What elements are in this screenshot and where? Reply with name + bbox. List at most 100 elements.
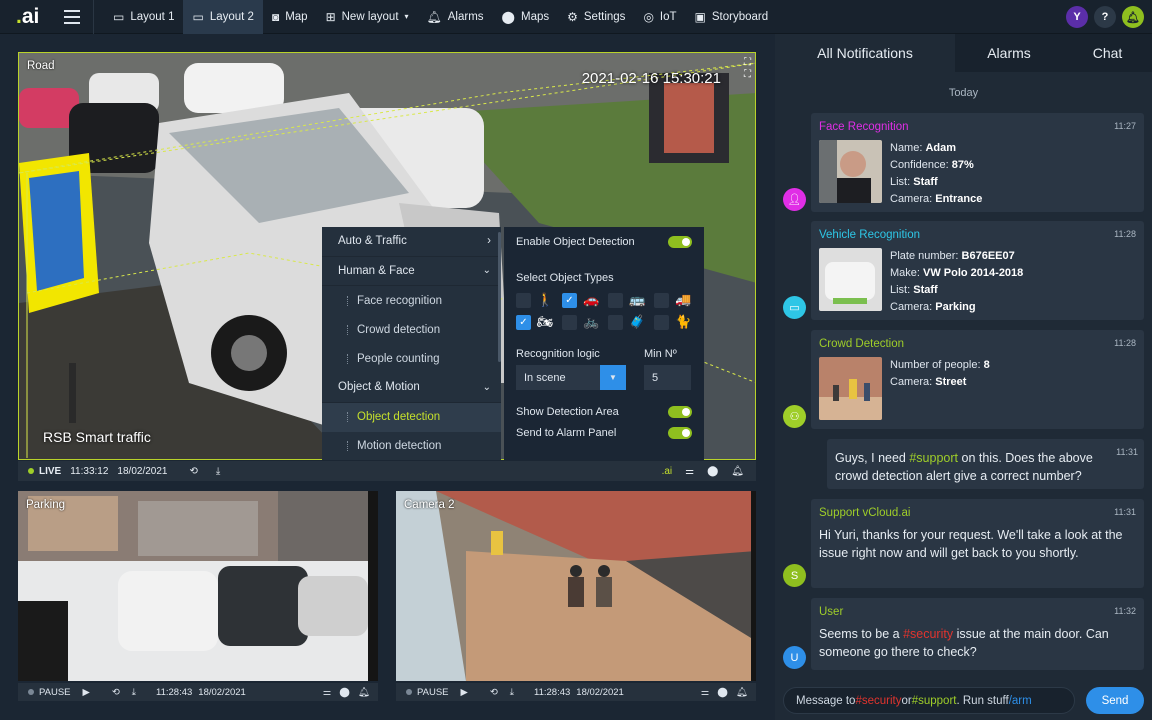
app-logo[interactable]: .ai: [0, 5, 50, 29]
detail-key: Camera:: [890, 376, 936, 388]
tab-alarms[interactable]: Alarms: [955, 34, 1063, 72]
camera-2-view[interactable]: Camera 2: [396, 491, 756, 681]
menu-object-motion[interactable]: Object & Motion ⌄: [322, 373, 501, 403]
object-type-motorcycle[interactable]: ✓ 🏍: [516, 314, 562, 330]
face-thumbnail[interactable]: [819, 140, 882, 203]
camera-name-label: Road: [27, 60, 55, 72]
object-type-truck[interactable]: 🚚: [654, 292, 700, 308]
send-button[interactable]: Send: [1086, 687, 1144, 714]
object-type-luggage[interactable]: 🧳: [608, 314, 654, 330]
notification-title: Vehicle Recognition: [819, 229, 921, 241]
bell-icon[interactable]: 🔔︎: [731, 466, 744, 477]
menu-people-counting[interactable]: People counting: [322, 344, 501, 373]
pin-icon[interactable]: ⬤: [707, 466, 718, 477]
ai-analytics-icon[interactable]: .ai: [662, 466, 673, 477]
history-icon[interactable]: ⟲: [189, 466, 197, 477]
pin-icon[interactable]: ⬤: [339, 687, 350, 698]
help-icon[interactable]: ?: [1094, 6, 1116, 28]
enable-detection-toggle[interactable]: [668, 236, 692, 248]
send-alarm-toggle[interactable]: [668, 427, 692, 439]
nav-layout-2[interactable]: ▭ Layout 2: [183, 0, 263, 34]
crowd-thumbnail[interactable]: [819, 357, 882, 420]
nav-storyboard[interactable]: ▣ Storyboard: [686, 0, 778, 34]
nav-layout-1[interactable]: ▭ Layout 1: [104, 0, 183, 34]
menu-human-face[interactable]: Human & Face ⌄: [322, 257, 501, 286]
checkbox[interactable]: [608, 314, 623, 330]
detail-key: Make:: [890, 267, 924, 279]
pause-status: PAUSE: [417, 686, 449, 698]
face-recognition-notification[interactable]: Face Recognition 11:27 Name: Adam Confiden…: [811, 113, 1144, 212]
nav-new-layout[interactable]: ⊞ New layout ▾: [317, 0, 418, 34]
detail-key: Camera:: [890, 193, 936, 205]
download-icon[interactable]: ⤓: [216, 466, 220, 477]
checkbox[interactable]: [516, 292, 531, 308]
security-tag[interactable]: #security: [903, 627, 953, 641]
vehicle-recognition-notification[interactable]: Vehicle Recognition 11:28 Plate number: B…: [811, 221, 1144, 320]
sliders-icon[interactable]: ⚌: [685, 466, 694, 477]
download-icon[interactable]: ⤓: [510, 687, 514, 698]
user-controls: Y ? 🔔︎: [1066, 6, 1144, 28]
download-icon[interactable]: ⤓: [132, 687, 136, 698]
menu-motion-detection[interactable]: Motion detection: [322, 432, 501, 461]
fullscreen-icon[interactable]: ⛶ ⛶: [744, 57, 751, 81]
parking-camera-view[interactable]: Parking: [18, 491, 378, 681]
message-author: Support vCloud.ai: [819, 507, 911, 519]
bicycle-icon: 🚲: [583, 314, 600, 329]
bell-icon[interactable]: 🔔︎: [358, 687, 370, 698]
min-number-input[interactable]: 5: [644, 365, 691, 390]
chevron-down-icon: ⌄: [482, 381, 491, 393]
support-tag[interactable]: #support: [909, 451, 958, 465]
live-indicator: [28, 468, 34, 474]
checkbox[interactable]: ✓: [562, 292, 577, 308]
play-icon[interactable]: ▶: [461, 687, 468, 698]
menu-scrollbar[interactable]: [498, 232, 501, 362]
checkbox[interactable]: [654, 292, 669, 308]
checkbox[interactable]: [608, 292, 623, 308]
user-avatar[interactable]: Y: [1066, 6, 1088, 28]
history-icon[interactable]: ⟲: [490, 687, 498, 698]
pin-icon[interactable]: ⬤: [717, 687, 728, 698]
history-icon[interactable]: ⟲: [112, 687, 120, 698]
tab-all-notifications[interactable]: All Notifications: [775, 34, 955, 72]
detail-value: Entrance: [935, 193, 983, 205]
object-type-animal[interactable]: 🐈: [654, 314, 700, 330]
message-input[interactable]: Message to #security or #support. Run st…: [783, 687, 1075, 714]
bell-icon[interactable]: 🔔︎: [736, 687, 748, 698]
object-type-bicycle[interactable]: 🚲: [562, 314, 608, 330]
hamburger-menu-icon[interactable]: [50, 0, 94, 34]
nav-map[interactable]: ◙ Map: [263, 0, 317, 34]
menu-crowd-detection[interactable]: Crowd detection: [322, 315, 501, 344]
nav-maps[interactable]: ⬤ Maps: [493, 0, 559, 34]
show-area-toggle[interactable]: [668, 406, 692, 418]
message-text: Guys, I need #support on this. Does the …: [835, 451, 1093, 483]
crowd-detection-notification[interactable]: Crowd Detection 11:28 Number of people: 8…: [811, 330, 1144, 429]
pause-indicator: [406, 689, 412, 695]
checkbox[interactable]: [562, 314, 577, 330]
detail-value: B676EE07: [961, 250, 1015, 262]
sliders-icon[interactable]: ⚌: [323, 687, 332, 698]
nav-iot[interactable]: ◎ IoT: [634, 0, 685, 34]
camera-date: 18/02/2021: [117, 465, 168, 477]
vehicle-thumbnail[interactable]: [819, 248, 882, 311]
sliders-icon[interactable]: ⚌: [701, 687, 710, 698]
checkbox[interactable]: ✓: [516, 314, 531, 330]
pause-status: PAUSE: [39, 686, 71, 698]
play-icon[interactable]: ▶: [83, 687, 90, 698]
nav-alarms[interactable]: 🔔︎ Alarms: [418, 0, 493, 34]
storyboard-icon: ▣: [694, 9, 706, 24]
face-recognition-icon: 👤︎: [783, 188, 806, 211]
menu-object-detection[interactable]: Object detection: [322, 402, 501, 432]
object-type-car[interactable]: ✓ 🚗: [562, 292, 608, 308]
nav-settings[interactable]: ⚙ Settings: [558, 0, 634, 34]
recognition-logic-select[interactable]: In scene ▼: [516, 365, 626, 390]
menu-auto-traffic[interactable]: Auto & Traffic ›: [322, 227, 501, 257]
object-type-bus[interactable]: 🚌: [608, 292, 654, 308]
notifications-bell-icon[interactable]: 🔔︎: [1122, 6, 1144, 28]
menu-face-recognition[interactable]: Face recognition: [322, 286, 501, 315]
object-type-pedestrian[interactable]: 🚶: [516, 292, 562, 308]
checkbox[interactable]: [654, 314, 669, 330]
tab-chat[interactable]: Chat: [1063, 34, 1152, 72]
bus-icon: 🚌: [629, 292, 646, 307]
message-time: 11:32: [1114, 606, 1136, 616]
vehicle-recognition-icon: ▭: [783, 296, 806, 319]
